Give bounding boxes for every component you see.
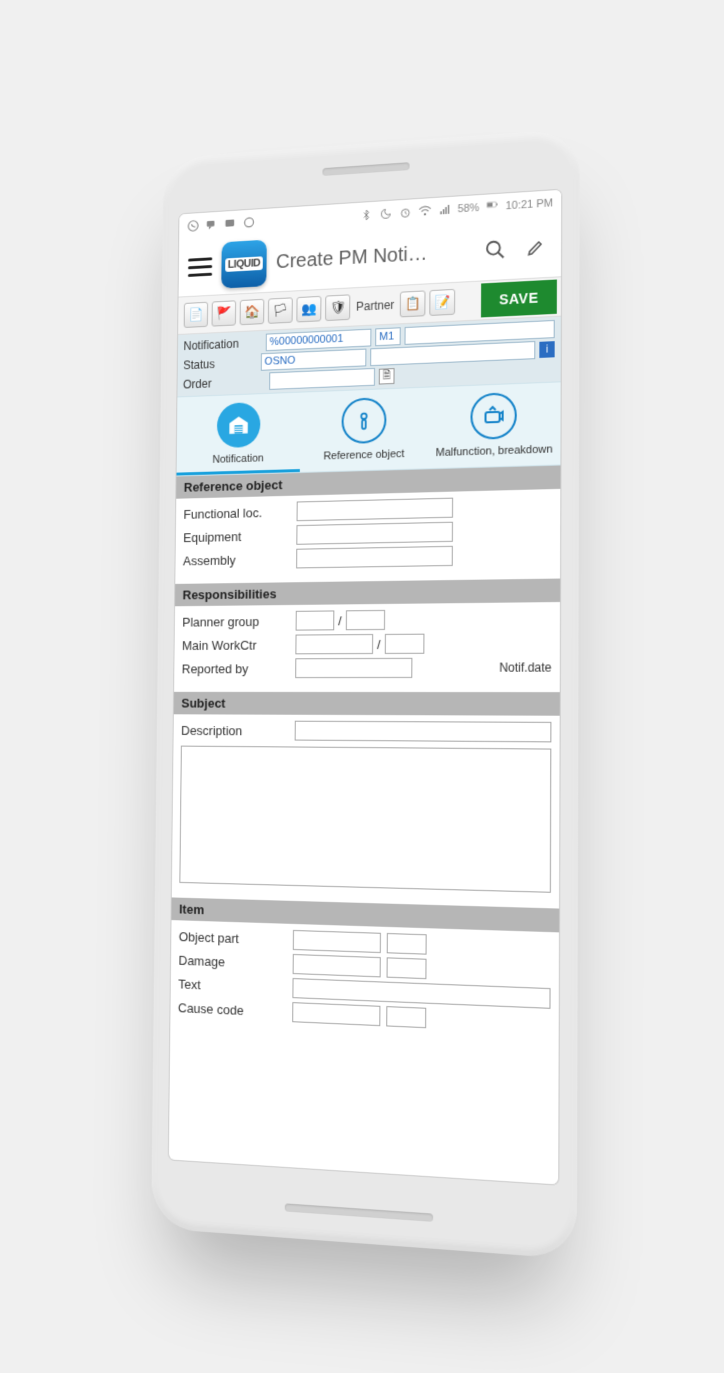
section-subject-header: Subject bbox=[174, 691, 560, 715]
screen: 58% 10:21 PM LIQUID Create PM Noti… bbox=[169, 189, 561, 1184]
func-loc-input[interactable] bbox=[297, 497, 454, 521]
cause-code-input-2[interactable] bbox=[386, 1006, 426, 1028]
phone-frame: 58% 10:21 PM LIQUID Create PM Noti… bbox=[151, 128, 580, 1259]
assembly-label: Assembly bbox=[183, 551, 296, 568]
toolbar-btn-5[interactable]: 👥 bbox=[296, 295, 321, 322]
battery-icon bbox=[485, 199, 499, 214]
battery-percent: 58% bbox=[457, 201, 479, 214]
assembly-input[interactable] bbox=[296, 545, 453, 568]
order-link-icon[interactable]: 🗎 bbox=[379, 368, 395, 384]
toolbar-btn-7[interactable]: 📋 bbox=[400, 290, 426, 317]
object-part-label: Object part bbox=[179, 928, 293, 947]
toolbar-btn-8[interactable]: 📝 bbox=[430, 288, 456, 315]
description-textarea[interactable] bbox=[179, 745, 551, 892]
planner-group-input-2[interactable] bbox=[345, 609, 384, 629]
object-part-input-2[interactable] bbox=[387, 932, 427, 954]
menu-button[interactable] bbox=[188, 253, 212, 279]
warehouse-icon bbox=[216, 401, 260, 447]
people-icon: 👥 bbox=[301, 300, 317, 316]
description-input[interactable] bbox=[295, 720, 552, 742]
partner-label: Partner bbox=[356, 297, 394, 313]
planner-group-input-1[interactable] bbox=[296, 610, 335, 630]
equipment-label: Equipment bbox=[183, 527, 296, 544]
text-label: Text bbox=[178, 976, 292, 996]
equipment-input[interactable] bbox=[296, 521, 453, 544]
tab-reference-label: Reference object bbox=[323, 448, 404, 462]
flag2-icon: 🏳 bbox=[272, 302, 288, 318]
reported-by-input[interactable] bbox=[295, 657, 412, 677]
slash-1: / bbox=[334, 612, 345, 627]
tab-malfunction-label: Malfunction, breakdown bbox=[436, 443, 553, 459]
whatsapp-icon bbox=[187, 218, 200, 232]
note-icon: 📝 bbox=[435, 294, 451, 311]
info-icon[interactable]: i bbox=[540, 341, 555, 358]
slash-2: / bbox=[373, 636, 385, 651]
edit-button[interactable] bbox=[520, 231, 551, 263]
search-button[interactable] bbox=[480, 233, 510, 265]
document-icon: 📄 bbox=[188, 306, 203, 322]
status-label: Status bbox=[183, 355, 261, 372]
tab-malfunction[interactable]: Malfunction, breakdown bbox=[428, 382, 561, 468]
tab-notification[interactable]: Notification bbox=[176, 392, 300, 475]
chat-icon bbox=[205, 217, 218, 231]
tab-reference-object[interactable]: Reference object bbox=[300, 387, 428, 471]
wifi-icon bbox=[418, 204, 432, 219]
app-logo: LIQUID bbox=[221, 239, 267, 288]
main-workctr-input-1[interactable] bbox=[295, 634, 373, 654]
tab-bar: Notification Reference object Malfunctio… bbox=[176, 381, 560, 476]
section-responsibilities-header: Responsibilities bbox=[175, 578, 560, 606]
main-workctr-label: Main WorkCtr bbox=[182, 637, 296, 652]
toolbar-btn-3[interactable]: 🏠 bbox=[240, 298, 265, 324]
description-label: Description bbox=[181, 722, 295, 737]
damage-input-2[interactable] bbox=[387, 957, 427, 979]
dnd-icon bbox=[379, 206, 393, 221]
app-logo-text: LIQUID bbox=[225, 256, 263, 272]
bluetooth-icon bbox=[359, 207, 373, 222]
info-circle-icon bbox=[341, 397, 386, 444]
tab-notification-label: Notification bbox=[212, 452, 263, 465]
damage-label: Damage bbox=[178, 952, 292, 971]
toolbar-btn-6[interactable]: 🛡 bbox=[325, 294, 350, 321]
object-part-input-1[interactable] bbox=[293, 929, 381, 952]
status-input[interactable] bbox=[261, 348, 367, 370]
func-loc-label: Functional loc. bbox=[183, 503, 296, 520]
page-title: Create PM Noti… bbox=[276, 239, 470, 273]
house-icon: 🏠 bbox=[244, 303, 259, 319]
cause-code-label: Cause code bbox=[178, 999, 292, 1019]
message-icon bbox=[242, 215, 255, 229]
alarm-icon bbox=[398, 205, 412, 220]
save-button[interactable]: SAVE bbox=[481, 279, 557, 317]
list-icon: 📋 bbox=[405, 295, 421, 312]
toolbar-btn-1[interactable]: 📄 bbox=[184, 301, 208, 327]
order-input[interactable] bbox=[269, 367, 375, 389]
order-label: Order bbox=[183, 374, 269, 391]
clock-text: 10:21 PM bbox=[505, 197, 553, 212]
breakdown-icon bbox=[471, 392, 518, 440]
flag-icon: 🚩 bbox=[216, 305, 231, 321]
signal-icon bbox=[438, 202, 452, 217]
main-workctr-input-2[interactable] bbox=[384, 633, 424, 653]
damage-input-1[interactable] bbox=[293, 953, 381, 976]
form-sections: Reference object Functional loc. Equipme… bbox=[169, 465, 561, 1184]
image-icon bbox=[224, 216, 237, 230]
planner-group-label: Planner group bbox=[182, 613, 296, 629]
toolbar-btn-2[interactable]: 🚩 bbox=[212, 300, 237, 326]
cause-code-input-1[interactable] bbox=[292, 1002, 380, 1026]
notif-date-label: Notif.date bbox=[499, 660, 551, 674]
toolbar-btn-4[interactable]: 🏳 bbox=[268, 297, 293, 324]
shield-icon: 🛡 bbox=[330, 299, 346, 315]
notification-label: Notification bbox=[183, 335, 265, 352]
reported-by-label: Reported by bbox=[182, 660, 296, 675]
notification-type-input[interactable] bbox=[375, 327, 401, 346]
